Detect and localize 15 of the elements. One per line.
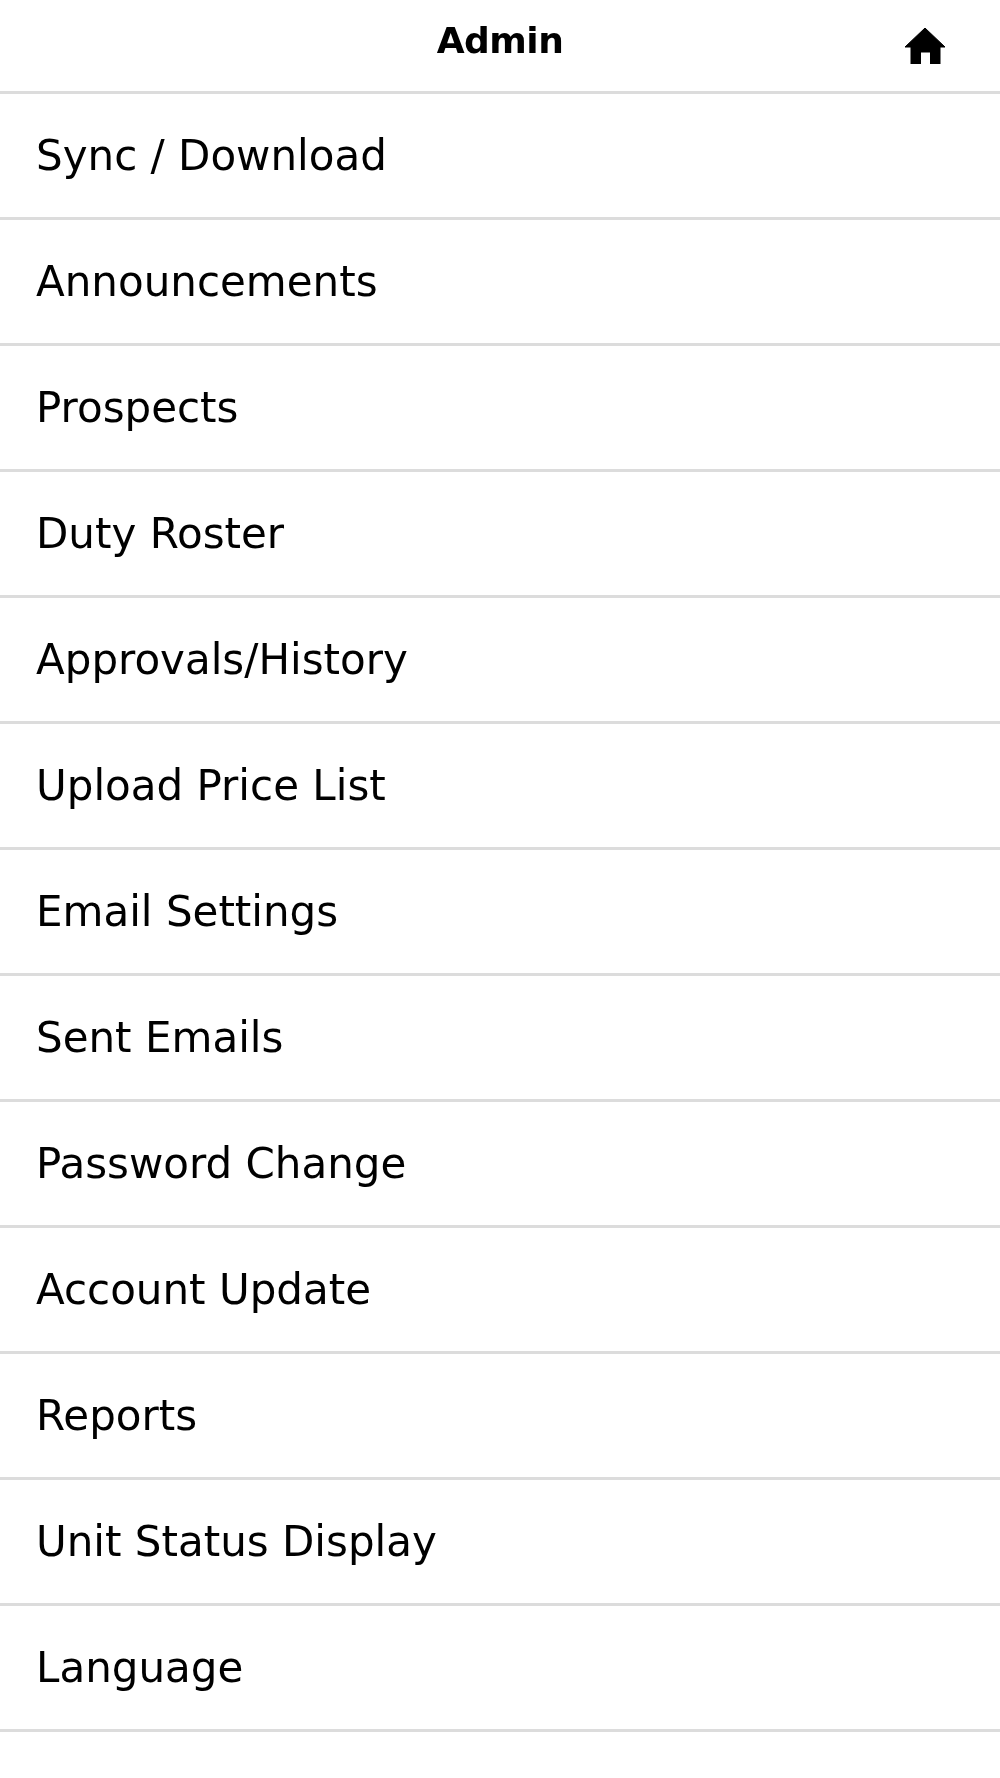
- menu-item[interactable]: Reports: [0, 1354, 1000, 1480]
- menu-item[interactable]: Language: [0, 1606, 1000, 1732]
- menu-item[interactable]: Announcements: [0, 220, 1000, 346]
- menu-item[interactable]: Sync / Download: [0, 94, 1000, 220]
- menu-item[interactable]: Account Update: [0, 1228, 1000, 1354]
- page-title: Admin: [436, 18, 564, 63]
- menu-item[interactable]: Upload Price List: [0, 724, 1000, 850]
- home-icon[interactable]: [905, 27, 945, 64]
- menu-item[interactable]: Unit Status Display: [0, 1480, 1000, 1606]
- menu-item[interactable]: Sent Emails: [0, 976, 1000, 1102]
- menu-item[interactable]: Prospects: [0, 346, 1000, 472]
- menu-item[interactable]: Password Change: [0, 1102, 1000, 1228]
- menu-item[interactable]: Duty Roster: [0, 472, 1000, 598]
- menu-item[interactable]: Email Settings: [0, 850, 1000, 976]
- menu-item[interactable]: Approvals/History: [0, 598, 1000, 724]
